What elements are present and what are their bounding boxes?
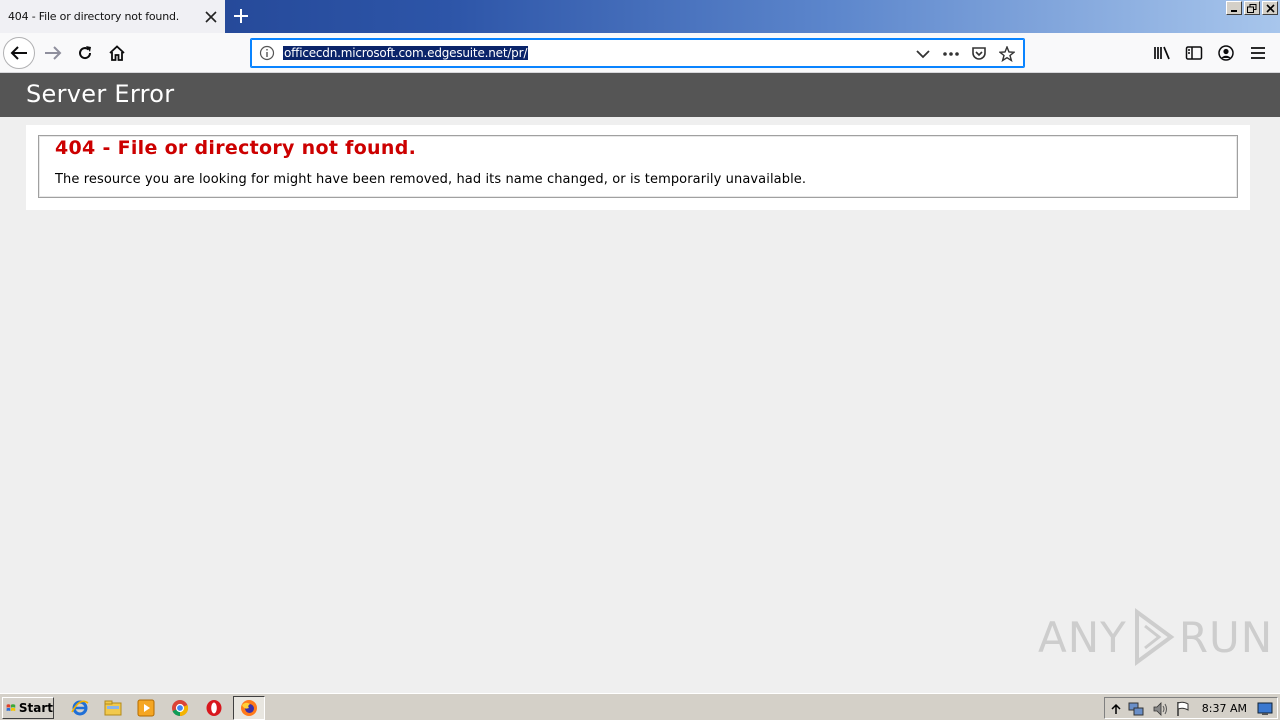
forward-button[interactable]: [37, 37, 69, 69]
account-icon[interactable]: [1210, 37, 1242, 69]
chrome-icon[interactable]: [170, 698, 190, 718]
library-icon[interactable]: [1146, 37, 1178, 69]
anyrun-watermark: ANY RUN: [1038, 608, 1273, 666]
navigation-toolbar: officecdn.microsoft.com.edgesuite.net/pr…: [0, 33, 1280, 73]
error-title: 404 - File or directory not found.: [55, 137, 417, 159]
server-error-header: Server Error: [0, 73, 1280, 117]
taskbar-clock[interactable]: 8:37 AM: [1202, 702, 1247, 715]
error-box: 404 - File or directory not found. The r…: [38, 135, 1238, 198]
watermark-text-right: RUN: [1178, 612, 1274, 662]
tab-title: 404 - File or directory not found.: [8, 10, 180, 23]
arrow-right-icon: [45, 46, 62, 60]
bookmark-star-icon[interactable]: [996, 43, 1018, 65]
content-card: 404 - File or directory not found. The r…: [26, 125, 1250, 210]
back-button[interactable]: [3, 37, 35, 69]
volume-icon[interactable]: [1152, 701, 1168, 717]
sidebar-icon[interactable]: [1178, 37, 1210, 69]
page-actions-icon[interactable]: [940, 43, 962, 65]
media-player-icon[interactable]: [136, 698, 156, 718]
home-icon: [109, 45, 125, 61]
page-viewport: Server Error 404 - File or directory not…: [0, 73, 1280, 693]
firefox-taskbar-button[interactable]: [233, 696, 265, 720]
start-label: Start: [18, 701, 53, 715]
minimize-icon[interactable]: [1226, 1, 1242, 15]
url-text[interactable]: officecdn.microsoft.com.edgesuite.net/pr…: [283, 46, 529, 60]
start-button[interactable]: Start: [2, 697, 54, 719]
arrow-left-icon: [10, 46, 27, 60]
site-info-icon[interactable]: [259, 45, 275, 61]
network-icon[interactable]: [1128, 701, 1144, 717]
action-center-flag-icon[interactable]: [1175, 701, 1191, 717]
show-desktop-icon[interactable]: [1257, 701, 1273, 717]
window-controls: [1226, 1, 1278, 15]
close-tab-icon[interactable]: [197, 0, 225, 33]
new-tab-button[interactable]: [228, 3, 254, 29]
restore-icon[interactable]: [1244, 1, 1260, 15]
show-hidden-icons-icon[interactable]: [1108, 701, 1124, 717]
system-tray: 8:37 AM: [1104, 697, 1278, 719]
firefox-icon: [239, 698, 259, 718]
internet-explorer-icon[interactable]: [70, 698, 90, 718]
home-button[interactable]: [101, 37, 133, 69]
hamburger-menu-icon[interactable]: [1242, 37, 1274, 69]
file-explorer-icon[interactable]: [103, 698, 123, 718]
reload-button[interactable]: [69, 37, 101, 69]
opera-icon[interactable]: [204, 698, 224, 718]
page-title: Server Error: [26, 80, 175, 108]
close-window-icon[interactable]: [1262, 1, 1278, 15]
toolbar-right: [1146, 37, 1274, 69]
browser-title-bar: 404 - File or directory not found.: [0, 0, 1280, 33]
reload-icon: [79, 46, 92, 60]
pocket-icon[interactable]: [968, 43, 990, 65]
play-logo-icon: [1134, 608, 1175, 666]
watermark-text-left: ANY: [1038, 612, 1127, 662]
url-bar[interactable]: officecdn.microsoft.com.edgesuite.net/pr…: [250, 38, 1025, 68]
error-description: The resource you are looking for might h…: [55, 172, 807, 187]
chevron-down-icon[interactable]: [912, 43, 934, 65]
taskbar: Start 8:37 AM: [0, 693, 1280, 720]
browser-tab[interactable]: 404 - File or directory not found.: [0, 0, 225, 33]
windows-logo-icon: [6, 704, 16, 712]
url-actions: [912, 43, 1018, 65]
